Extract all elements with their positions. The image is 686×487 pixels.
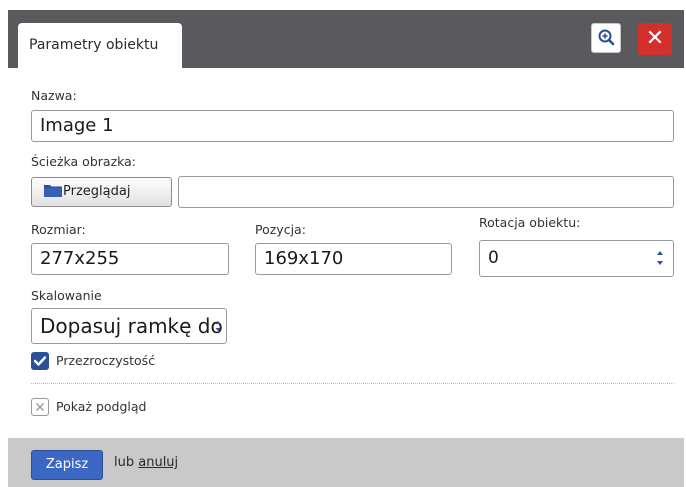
- transparency-label[interactable]: Przezroczystość: [56, 353, 155, 368]
- position-input[interactable]: 169x170: [255, 243, 452, 275]
- preview-label[interactable]: Pokaż podgląd: [56, 399, 146, 414]
- zoom-in-icon: [598, 29, 615, 46]
- unchecked-x-icon: [36, 403, 44, 411]
- close-icon: ✕: [645, 26, 665, 51]
- preview-checkbox[interactable]: [31, 398, 49, 416]
- close-button[interactable]: ✕: [638, 23, 672, 55]
- rotation-label: Rotacja obiektu:: [479, 215, 581, 230]
- spinner-arrows-icon: [657, 251, 663, 265]
- spinner-arrows-icon: [215, 321, 221, 331]
- size-input[interactable]: 277x255: [31, 243, 229, 275]
- image-path-input[interactable]: [178, 176, 674, 208]
- checkmark-icon: [33, 356, 47, 366]
- image-path-label: Ścieżka obrazka:: [31, 154, 137, 169]
- transparency-checkbox[interactable]: [31, 352, 49, 370]
- dialog-footer: Zapisz lub anuluj: [8, 438, 684, 487]
- browse-button[interactable]: Przeglądaj: [31, 177, 172, 207]
- object-parameters-dialog: Parametry obiektu ✕ Nazwa: Image 1 Ścież…: [8, 0, 684, 487]
- scaling-label: Skalowanie: [31, 288, 102, 303]
- name-input[interactable]: Image 1: [31, 110, 674, 142]
- scaling-select[interactable]: Dopasuj ramkę do z: [31, 308, 227, 344]
- position-label: Pozycja:: [255, 222, 306, 237]
- folder-icon: [44, 185, 62, 197]
- dialog-header: Parametry obiektu ✕: [8, 10, 684, 68]
- or-text: lub: [114, 455, 135, 470]
- rotation-value: 0: [488, 248, 499, 268]
- divider: [31, 383, 674, 384]
- zoom-button[interactable]: [591, 23, 621, 53]
- size-label: Rozmiar:: [31, 222, 86, 237]
- rotation-select[interactable]: 0: [479, 240, 674, 277]
- footer-text: lub anuluj: [114, 455, 178, 470]
- browse-button-label: Przeglądaj: [63, 184, 131, 199]
- name-label: Nazwa:: [31, 88, 77, 103]
- cancel-link[interactable]: anuluj: [138, 455, 178, 470]
- tab-object-parameters[interactable]: Parametry obiektu: [18, 23, 182, 68]
- scaling-value: Dopasuj ramkę do z: [40, 314, 227, 338]
- save-button[interactable]: Zapisz: [31, 450, 103, 480]
